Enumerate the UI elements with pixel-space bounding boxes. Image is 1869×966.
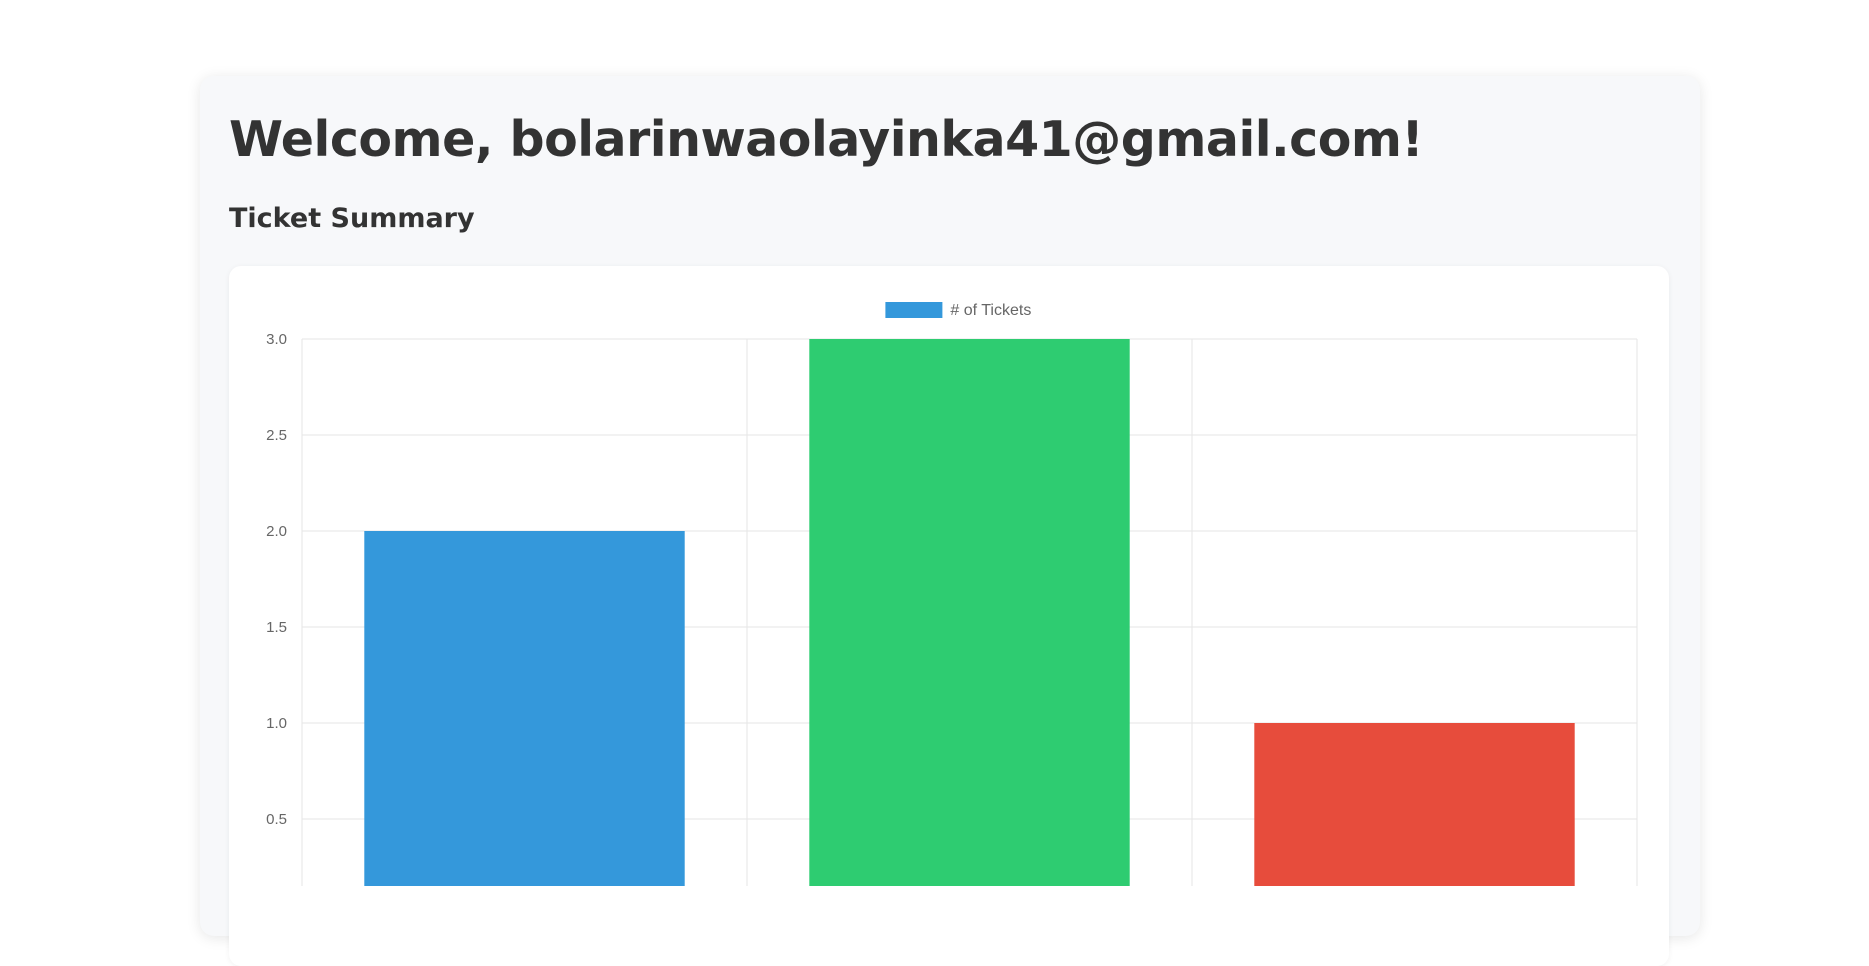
y-tick-label: 1.5	[266, 619, 287, 636]
y-tick-label: 3.0	[266, 331, 287, 348]
bar	[364, 531, 685, 886]
legend-label: # of Tickets	[950, 302, 1031, 319]
ticket-bar-chart: 3.0 2.5 2.0 1.5 1.0 0.5 # of Tickets	[266, 302, 1638, 886]
y-tick-label: 2.5	[266, 427, 287, 444]
y-tick-label: 0.5	[266, 811, 287, 828]
bar	[809, 339, 1130, 886]
welcome-heading: Welcome, bolarinwaolayinka41@gmail.com!	[229, 111, 1424, 168]
ticket-summary-heading: Ticket Summary	[229, 203, 475, 234]
y-tick-label: 2.0	[266, 523, 287, 540]
legend-swatch	[885, 302, 943, 318]
ticket-chart-panel: 3.0 2.5 2.0 1.5 1.0 0.5 # of Tickets	[229, 266, 1669, 966]
y-tick-label: 1.0	[266, 715, 287, 732]
bar	[1254, 723, 1575, 886]
